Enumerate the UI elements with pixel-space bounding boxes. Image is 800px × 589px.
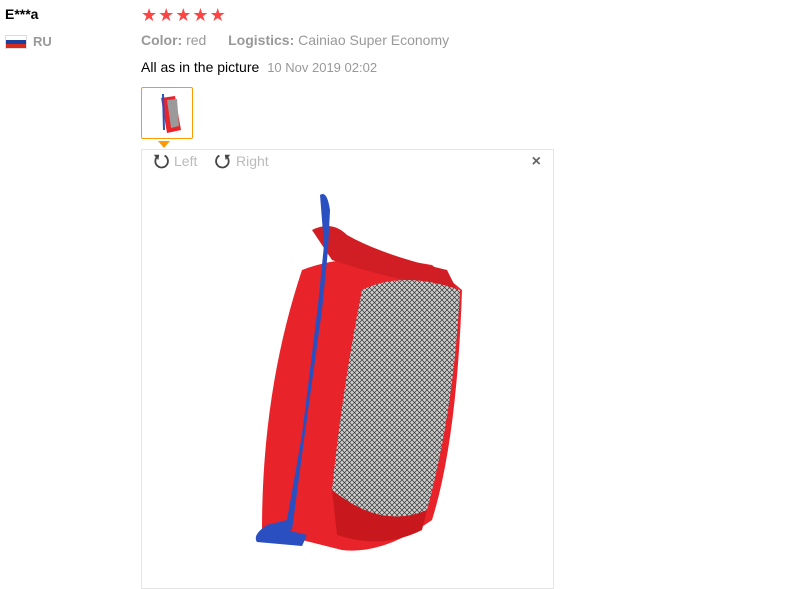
bag-thumbnail-image xyxy=(161,93,181,133)
close-icon[interactable]: × xyxy=(532,153,541,171)
logistics-value: Cainiao Super Economy xyxy=(298,32,450,48)
photo-thumbnail[interactable] xyxy=(141,87,193,139)
rotate-right-icon xyxy=(215,154,231,169)
logistics-label: Logistics: xyxy=(228,32,295,48)
rotate-right-label: Right xyxy=(236,153,269,169)
reviewer-country: RU xyxy=(5,34,52,49)
feedback: All as in the picture 10 Nov 2019 02:02 xyxy=(141,59,377,75)
color-label: Color: xyxy=(141,32,183,48)
star-rating: ★ ★ ★ ★ ★ xyxy=(141,5,226,25)
rotate-left-label: Left xyxy=(174,153,198,169)
review-date: 10 Nov 2019 02:02 xyxy=(267,60,378,75)
star-icon: ★ xyxy=(158,5,175,25)
star-icon: ★ xyxy=(209,5,226,25)
star-icon: ★ xyxy=(141,5,158,25)
country-code: RU xyxy=(33,34,52,49)
order-attributes: Color: red Logistics: Cainiao Super Econ… xyxy=(141,32,449,48)
reviewer-name: E***a xyxy=(5,6,39,22)
russia-flag-icon xyxy=(5,34,27,49)
star-icon: ★ xyxy=(175,5,192,25)
feedback-text: All as in the picture xyxy=(141,59,260,75)
rotate-right-button[interactable]: Right xyxy=(214,152,269,170)
product-photo xyxy=(255,194,462,551)
thumbnail-pointer xyxy=(158,141,170,148)
star-icon: ★ xyxy=(192,5,209,25)
photo-viewer: Left Right × xyxy=(141,149,554,589)
rotate-left-button[interactable]: Left xyxy=(152,152,197,170)
rotate-left-icon xyxy=(153,154,169,169)
color-value: red xyxy=(186,32,207,48)
